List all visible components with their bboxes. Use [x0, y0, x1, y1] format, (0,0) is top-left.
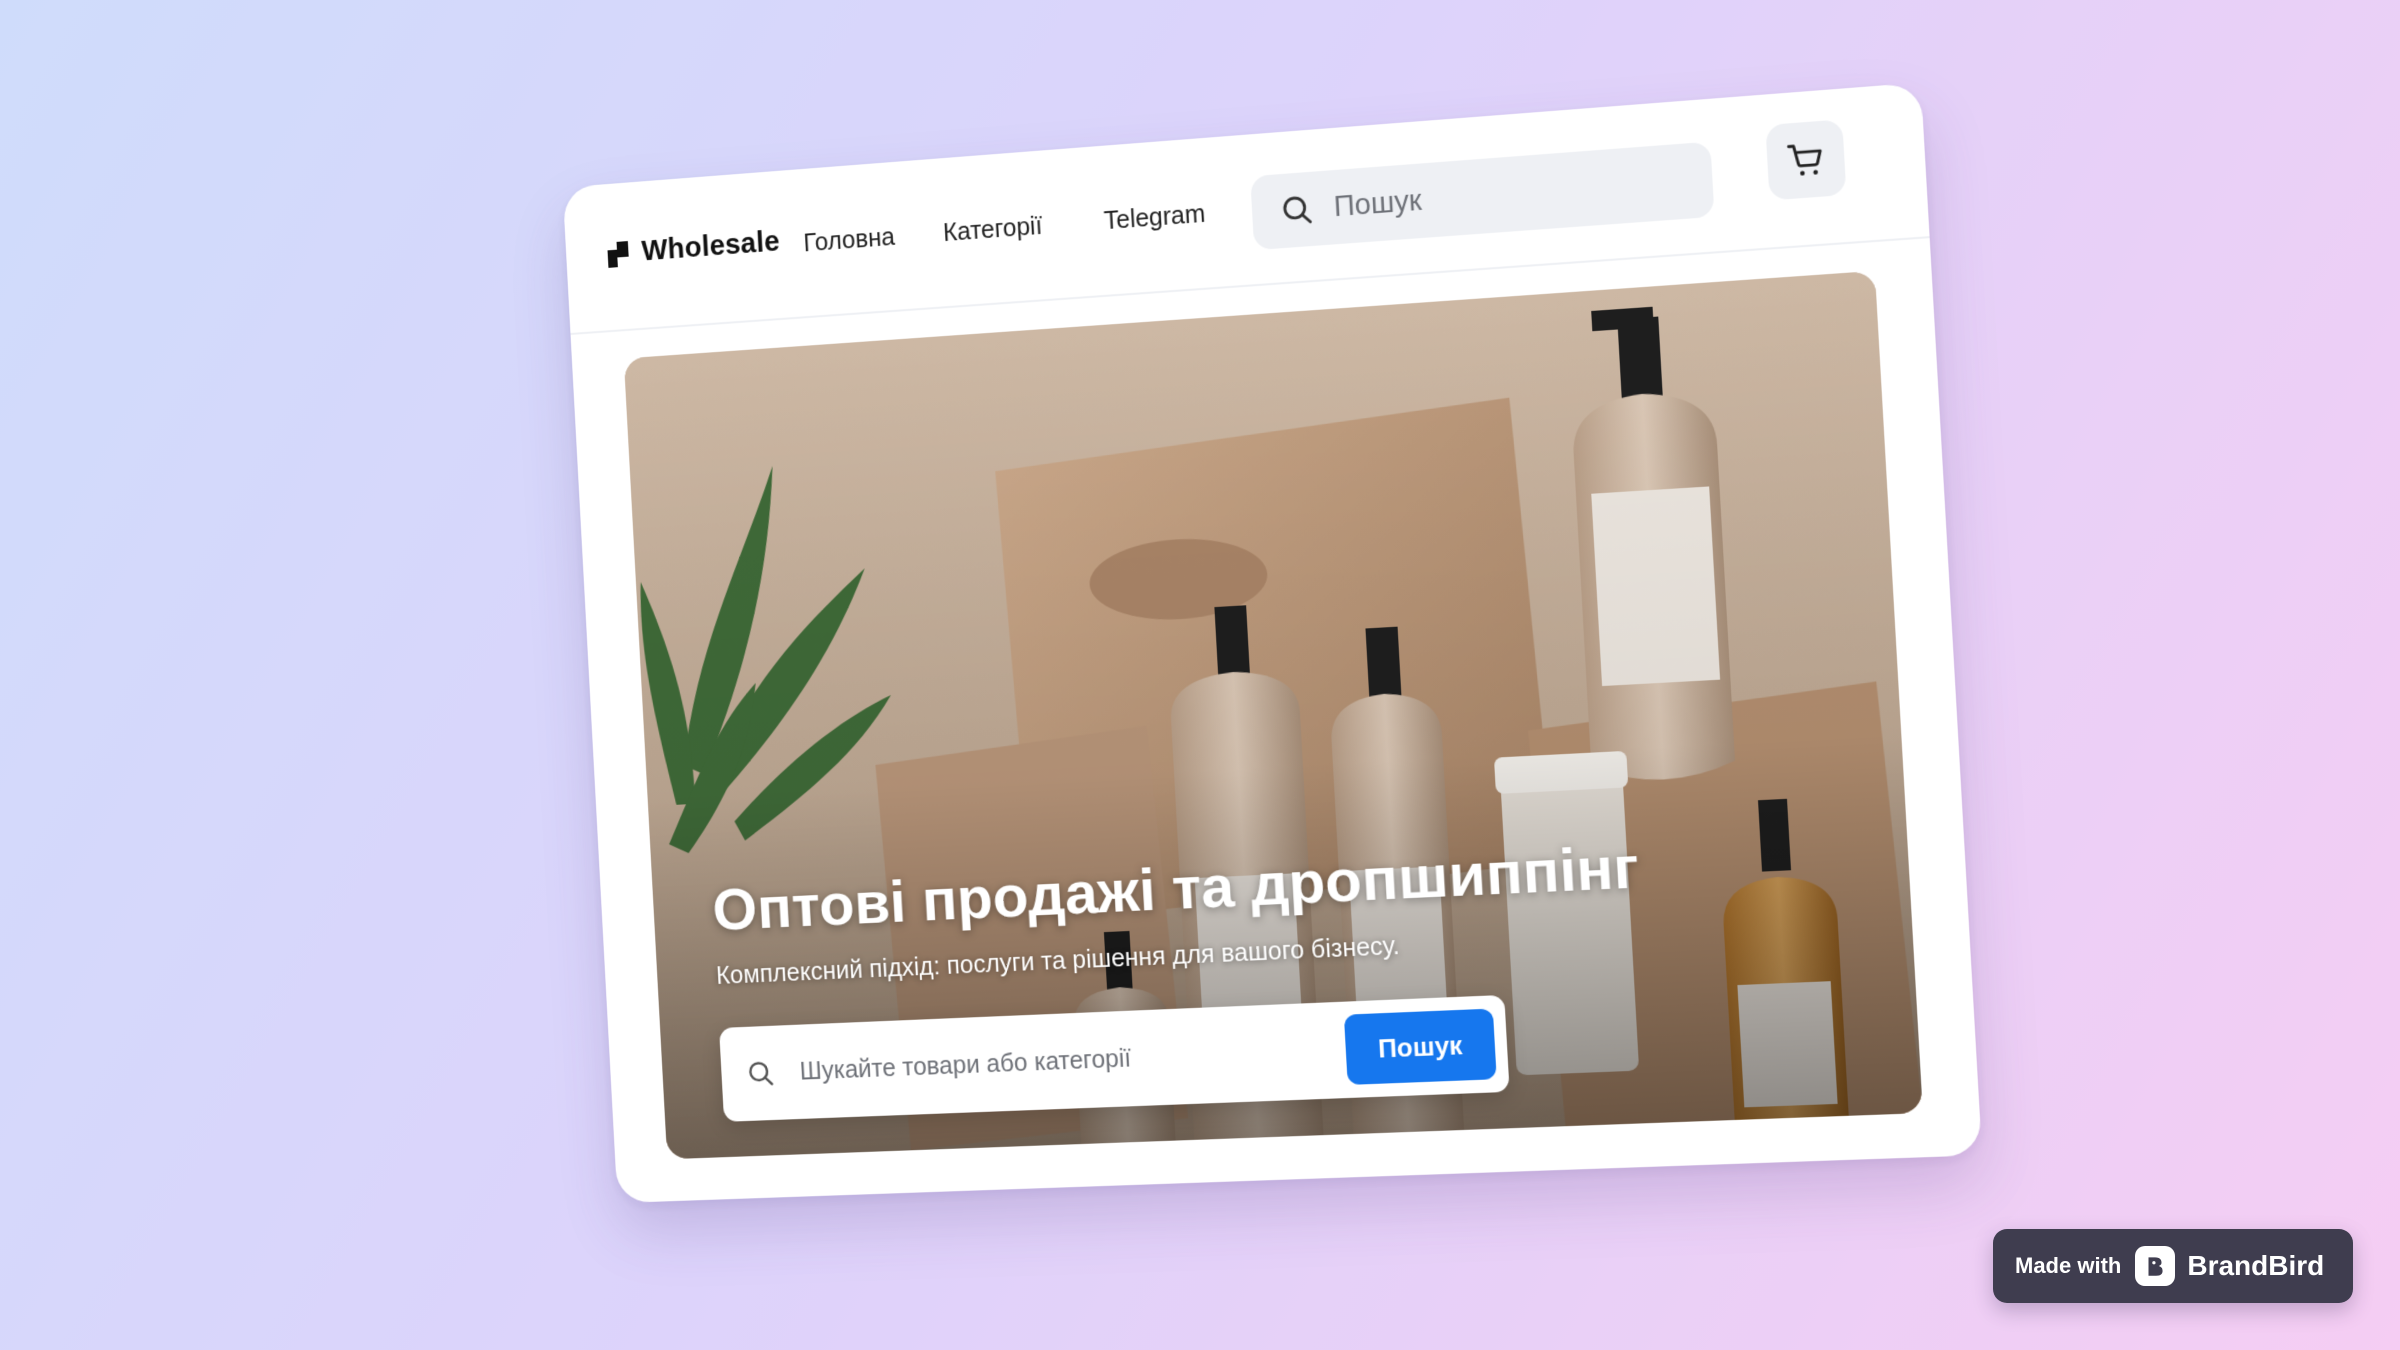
nav-link-categories[interactable]: Категорії	[942, 212, 1043, 248]
hero-search-placeholder: Шукайте товари або категорії	[799, 1035, 1347, 1086]
search-icon	[1279, 192, 1315, 228]
canvas: Wholesale Головна Категорії Telegram Пош…	[0, 0, 2400, 1350]
cart-button[interactable]	[1765, 119, 1846, 200]
hero-banner: Оптові продажі та дропшиппінг Комплексни…	[624, 271, 1923, 1159]
logo-text: Wholesale	[641, 226, 781, 268]
logo[interactable]: Wholesale	[607, 226, 781, 271]
search-icon	[746, 1058, 776, 1089]
brandbird-label: BrandBird	[2187, 1250, 2324, 1282]
browser-window: Wholesale Головна Категорії Telegram Пош…	[563, 82, 1983, 1203]
cart-icon	[1785, 139, 1827, 181]
made-with-badge[interactable]: Made with BrandBird	[1993, 1229, 2353, 1303]
nav-link-telegram[interactable]: Telegram	[1103, 200, 1206, 236]
nav-link-home[interactable]: Головна	[803, 223, 896, 258]
header-search-placeholder: Пошук	[1333, 184, 1423, 224]
header-search-input[interactable]: Пошук	[1250, 142, 1714, 251]
brandbird-logo-icon	[2135, 1246, 2175, 1286]
search-button[interactable]: Пошук	[1344, 1009, 1497, 1085]
made-with-label: Made with	[2015, 1253, 2121, 1279]
logo-mark-icon	[607, 241, 629, 268]
